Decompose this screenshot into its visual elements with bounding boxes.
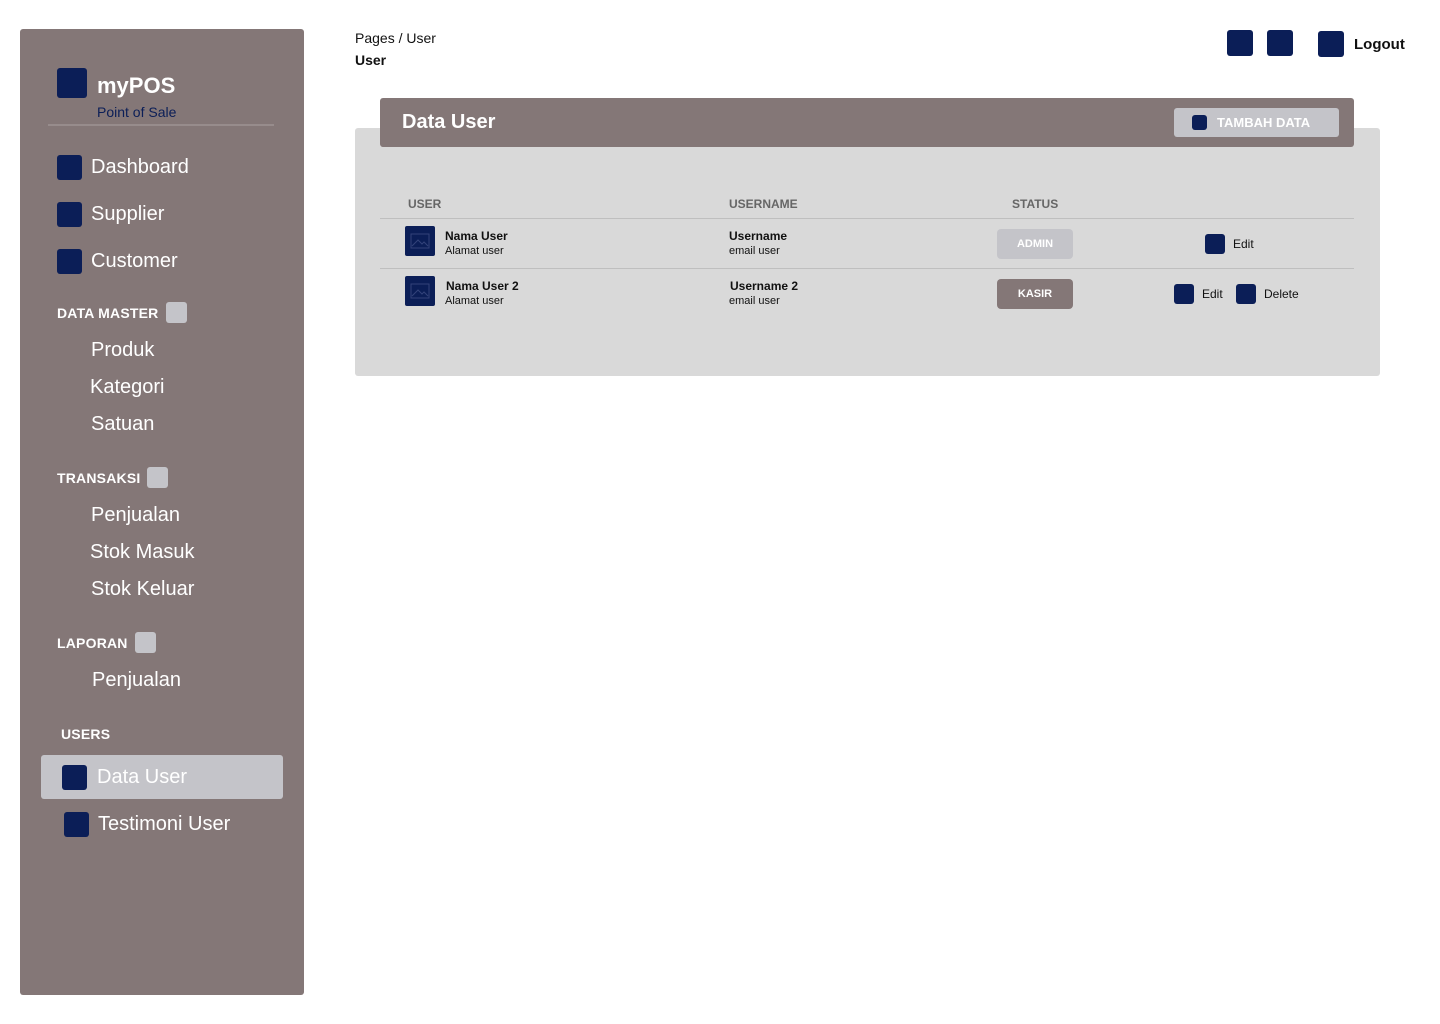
section-laporan-label: LAPORAN — [57, 634, 128, 651]
add-data-button[interactable]: TAMBAH DATA — [1174, 108, 1339, 137]
row-divider — [380, 218, 1354, 219]
edit-button[interactable]: Edit — [1205, 234, 1254, 254]
delete-button[interactable]: Delete — [1236, 284, 1299, 304]
user-address: Alamat user — [445, 245, 504, 257]
edit-icon — [1174, 284, 1194, 304]
row-divider — [380, 268, 1354, 269]
column-header-user: USER — [408, 197, 442, 211]
nav-data-user-label: Data User — [97, 765, 188, 788]
column-header-username: USERNAME — [729, 197, 798, 211]
delete-label: Delete — [1264, 287, 1299, 301]
edit-label: Edit — [1233, 237, 1254, 251]
nav-customer[interactable]: Customer — [57, 249, 178, 274]
logout-button[interactable]: Logout — [1318, 31, 1405, 57]
nav-dashboard-label: Dashboard — [91, 156, 189, 178]
username: Username 2 — [730, 279, 799, 293]
logout-icon — [1318, 31, 1344, 57]
status-badge: ADMIN — [997, 229, 1073, 259]
section-transaksi-label: TRANSAKSI — [57, 469, 141, 486]
nav-stok-masuk[interactable]: Stok Masuk — [90, 541, 194, 564]
column-header-status: STATUS — [1012, 197, 1059, 211]
status-badge: KASIR — [997, 279, 1073, 309]
avatar — [405, 226, 435, 256]
edit-icon — [1205, 234, 1225, 254]
nav-data-user[interactable]: Data User — [41, 755, 283, 799]
image-icon — [410, 283, 430, 299]
user-email: email user — [729, 295, 780, 307]
supplier-icon — [57, 202, 82, 227]
notification-icon[interactable] — [1267, 30, 1293, 56]
logo-icon — [57, 68, 87, 98]
nav-satuan[interactable]: Satuan — [91, 413, 154, 436]
card-title: Data User — [402, 111, 496, 133]
add-data-label: TAMBAH DATA — [1217, 115, 1311, 130]
nav-supplier-label: Supplier — [91, 203, 165, 225]
nav-stok-keluar[interactable]: Stok Keluar — [91, 578, 194, 601]
sidebar: myPOS Point of Sale Dashboard Supplier C… — [20, 29, 304, 995]
page-title: User — [355, 52, 387, 68]
user-address: Alamat user — [445, 295, 504, 307]
edit-button[interactable]: Edit — [1174, 284, 1223, 304]
nav-kategori[interactable]: Kategori — [90, 376, 165, 399]
brand-title: myPOS — [97, 73, 176, 98]
user-email: email user — [729, 245, 780, 257]
dashboard-icon — [57, 155, 82, 180]
nav-produk[interactable]: Produk — [91, 339, 154, 362]
divider — [48, 124, 274, 126]
delete-icon — [1236, 284, 1256, 304]
nav-penjualan[interactable]: Penjualan — [91, 504, 180, 527]
username: Username — [729, 229, 788, 243]
avatar — [405, 276, 435, 306]
section-users: USERS — [61, 726, 110, 742]
nav-testimoni-user[interactable]: Testimoni User — [64, 812, 230, 837]
nav-laporan-penjualan[interactable]: Penjualan — [92, 669, 181, 692]
card-header: Data User TAMBAH DATA — [380, 98, 1354, 147]
brand-subtitle: Point of Sale — [97, 104, 177, 120]
edit-label: Edit — [1202, 287, 1223, 301]
image-icon — [410, 233, 430, 249]
user-name: Nama User 2 — [446, 279, 519, 293]
customer-icon — [57, 249, 82, 274]
settings-icon[interactable] — [1227, 30, 1253, 56]
section-users-label: USERS — [61, 726, 111, 742]
nav-dashboard[interactable]: Dashboard — [57, 155, 189, 180]
plus-icon — [1192, 115, 1207, 130]
nav-supplier[interactable]: Supplier — [57, 202, 164, 227]
collapse-icon — [147, 467, 169, 488]
section-laporan[interactable]: LAPORAN — [57, 632, 156, 653]
section-data-master[interactable]: DATA MASTER — [57, 302, 187, 323]
section-data-master-label: DATA MASTER — [57, 304, 159, 321]
user-icon — [62, 764, 87, 790]
nav-customer-label: Customer — [91, 250, 178, 272]
collapse-icon — [165, 302, 187, 323]
breadcrumb[interactable]: Pages / User — [355, 30, 436, 46]
collapse-icon — [134, 632, 156, 653]
section-transaksi[interactable]: TRANSAKSI — [57, 467, 169, 488]
testimoni-icon — [64, 812, 89, 837]
logout-label: Logout — [1354, 35, 1405, 53]
user-name: Nama User — [445, 229, 508, 243]
nav-testimoni-user-label: Testimoni User — [98, 813, 231, 835]
